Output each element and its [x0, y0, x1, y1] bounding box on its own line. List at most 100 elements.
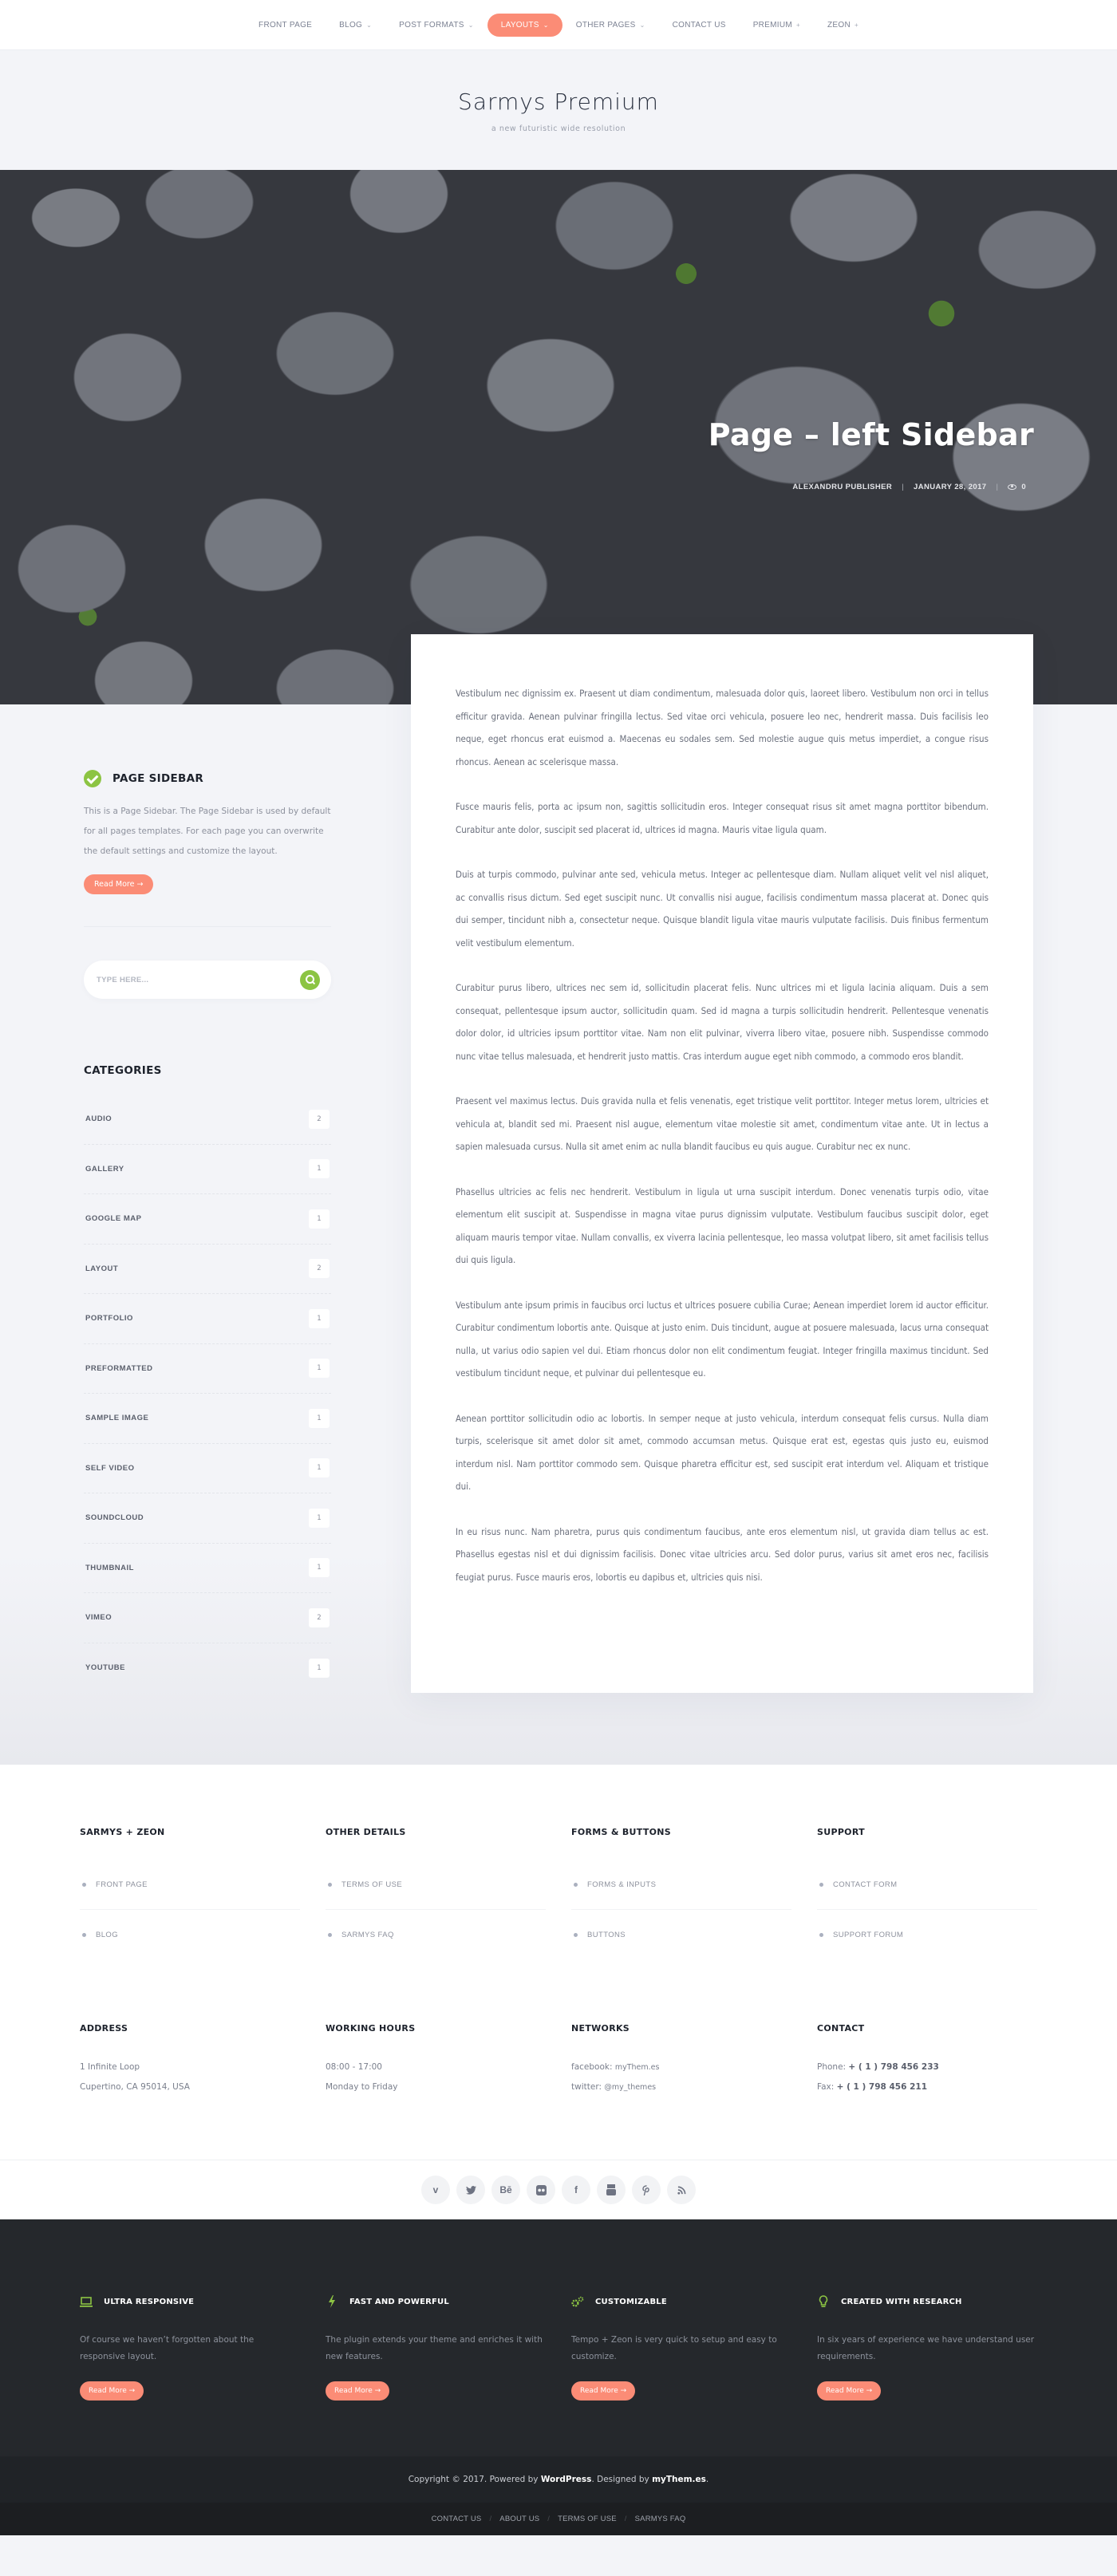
bullet-icon — [574, 1883, 578, 1887]
paragraph: Praesent vel maximus lectus. Duis gravid… — [456, 1095, 989, 1152]
site-description: a new futuristic wide resolution — [491, 124, 626, 133]
bolt-icon — [326, 2295, 338, 2308]
nav-item-post-formats[interactable]: POST FORMATS ⌄ — [385, 14, 487, 37]
hero-image: Page – left Sidebar ALEXANDRU PUBLISHER … — [0, 170, 1117, 704]
chevron-down-icon: ⌄ — [468, 21, 474, 29]
category-item[interactable]: SOUNDCLOUD 1 — [84, 1493, 331, 1544]
category-item[interactable]: LAYOUT 2 — [84, 1245, 331, 1294]
meta-separator: | — [902, 483, 905, 491]
footer-link[interactable]: CONTACT FORM — [817, 1860, 1037, 1910]
nav-item-contact-us[interactable]: CONTACT US — [659, 14, 740, 37]
separator: / — [547, 2515, 551, 2523]
footer-link[interactable]: BLOG — [80, 1910, 300, 1959]
category-count: 1 — [309, 1209, 330, 1229]
feature-text: In six years of experience we have under… — [817, 2335, 1035, 2361]
bottom-link-contact-us[interactable]: CONTACT US — [432, 2515, 482, 2523]
pinterest-icon[interactable] — [632, 2176, 661, 2204]
address-line: Cupertino, CA 95014, USA — [80, 2082, 190, 2092]
behance-icon[interactable]: Bē — [491, 2176, 520, 2204]
post-date: JANUARY 28, 2017 — [914, 483, 987, 491]
read-more-button[interactable]: Read More → — [80, 2381, 144, 2400]
feature-text: The plugin extends your theme and enrich… — [326, 2335, 543, 2361]
read-more-button[interactable]: Read More → — [84, 874, 154, 894]
categories-list: AUDIO 2 GALLERY 1 GOOGLE MAP 1 LAYOUT 2 PORT… — [84, 1095, 331, 1693]
bottom-link-terms[interactable]: TERMS OF USE — [558, 2515, 617, 2523]
footer-menu-sarmys-zeon: SARMYS + ZEON FRONT PAGE BLOG — [80, 1827, 300, 1959]
footer-menu-forms-buttons: FORMS & BUTTONS FORMS & INPUTS BUTTONS — [571, 1827, 791, 1959]
gears-icon — [571, 2295, 584, 2308]
category-item[interactable]: THUMBNAIL 1 — [84, 1544, 331, 1593]
post-meta: ALEXANDRU PUBLISHER | JANUARY 28, 2017 |… — [792, 483, 1026, 491]
footer-link[interactable]: FRONT PAGE — [80, 1860, 300, 1910]
category-item[interactable]: PORTFOLIO 1 — [84, 1294, 331, 1344]
category-item[interactable]: AUDIO 2 — [84, 1095, 331, 1145]
youtube-icon[interactable] — [597, 2176, 626, 2204]
separator: / — [624, 2515, 627, 2523]
feature-title: CUSTOMIZABLE — [595, 2297, 667, 2306]
search-input[interactable] — [97, 975, 300, 984]
site-branding: Sarmys Premium a new futuristic wide res… — [0, 50, 1117, 170]
bottom-link-faq[interactable]: SARMYS FAQ — [635, 2515, 686, 2523]
category-item[interactable]: SAMPLE IMAGE 1 — [84, 1394, 331, 1444]
category-item[interactable]: GOOGLE MAP 1 — [84, 1194, 331, 1245]
bullet-icon — [328, 1932, 332, 1937]
main-area: PAGE SIDEBAR This is a Page Sidebar. The… — [0, 634, 1117, 1765]
rss-icon[interactable] — [667, 2176, 696, 2204]
divider — [84, 926, 331, 927]
page-title: Page – left Sidebar — [708, 417, 1034, 452]
footer-info-title: ADDRESS — [80, 2023, 128, 2034]
footer-link[interactable]: FORMS & INPUTS — [571, 1860, 791, 1910]
facebook-link[interactable]: myThem.es — [615, 2063, 660, 2072]
nav-item-layouts[interactable]: LAYOUTS ⌄ — [487, 13, 562, 37]
hours-time: 08:00 - 17:00 — [326, 2062, 382, 2072]
bottom-link-about-us[interactable]: ABOUT US — [499, 2515, 539, 2523]
paragraph: Fusce mauris felis, porta ac ipsum non, … — [456, 801, 989, 835]
footer-address: ADDRESS 1 Infinite Loop Cupertino, CA 95… — [80, 2023, 300, 2097]
author-link[interactable]: ALEXANDRU PUBLISHER — [792, 483, 892, 491]
search-icon[interactable] — [300, 969, 320, 990]
read-more-button[interactable]: Read More → — [571, 2381, 636, 2400]
footer-menu-title: SUPPORT — [817, 1827, 865, 1837]
address-line: 1 Infinite Loop — [80, 2062, 140, 2072]
footer-contact: CONTACT Phone: + ( 1 ) 798 456 233 Fax: … — [817, 2023, 1037, 2097]
chevron-down-icon: ⌄ — [639, 21, 645, 29]
category-item[interactable]: VIMEO 2 — [84, 1593, 331, 1643]
paragraph: Vestibulum ante ipsum primis in faucibus… — [456, 1299, 989, 1379]
footer-menu-support: SUPPORT CONTACT FORM SUPPORT FORUM — [817, 1827, 1037, 1959]
nav-item-other-pages[interactable]: OTHER PAGES ⌄ — [562, 14, 659, 37]
read-more-button[interactable]: Read More → — [326, 2381, 390, 2400]
footer-menu-title: FORMS & BUTTONS — [571, 1827, 672, 1837]
category-item[interactable]: YOUTUBE 1 — [84, 1643, 331, 1694]
category-item[interactable]: SELF VIDEO 1 — [84, 1444, 331, 1493]
nav-item-front-page[interactable]: FRONT PAGE — [245, 14, 326, 37]
views-count: 0 — [1008, 483, 1026, 491]
footer-link[interactable]: SARMYS FAQ — [326, 1910, 546, 1959]
paragraph: Vestibulum nec dignissim ex. Praesent ut… — [456, 688, 989, 767]
feature-ultra-responsive: ULTRA RESPONSIVE Of course we haven’t fo… — [80, 2295, 300, 2400]
wordpress-link[interactable]: WordPress — [541, 2475, 592, 2484]
category-item[interactable]: PREFORMATTED 1 — [84, 1344, 331, 1394]
footer-link[interactable]: SUPPORT FORUM — [817, 1910, 1037, 1959]
plus-icon: + — [854, 21, 858, 29]
category-count: 2 — [309, 1259, 330, 1279]
site-title[interactable]: Sarmys Premium — [458, 89, 659, 115]
nav-item-blog[interactable]: BLOG ⌄ — [326, 14, 385, 37]
read-more-button[interactable]: Read More → — [817, 2381, 882, 2400]
nav-item-zeon[interactable]: ZEON + — [814, 14, 872, 37]
footer-link[interactable]: BUTTONS — [571, 1910, 791, 1959]
footer-working-hours: WORKING HOURS 08:00 - 17:00 Monday to Fr… — [326, 2023, 546, 2097]
sidebar: PAGE SIDEBAR This is a Page Sidebar. The… — [84, 704, 331, 1693]
vimeo-icon[interactable]: v — [421, 2176, 450, 2204]
plus-icon: + — [796, 21, 800, 29]
category-item[interactable]: GALLERY 1 — [84, 1145, 331, 1194]
twitter-link[interactable]: @my_themes — [604, 2083, 656, 2092]
twitter-icon[interactable] — [456, 2176, 485, 2204]
facebook-icon[interactable]: f — [562, 2176, 590, 2204]
category-count: 1 — [309, 1508, 330, 1528]
footer-link[interactable]: TERMS OF USE — [326, 1860, 546, 1910]
flickr-icon[interactable] — [527, 2176, 555, 2204]
paragraph: Aenean porttitor sollicitudin odio ac lo… — [456, 1412, 989, 1493]
designer-link[interactable]: myThem.es — [652, 2475, 706, 2484]
nav-item-premium[interactable]: PREMIUM + — [740, 14, 814, 37]
bullet-icon — [819, 1883, 823, 1887]
